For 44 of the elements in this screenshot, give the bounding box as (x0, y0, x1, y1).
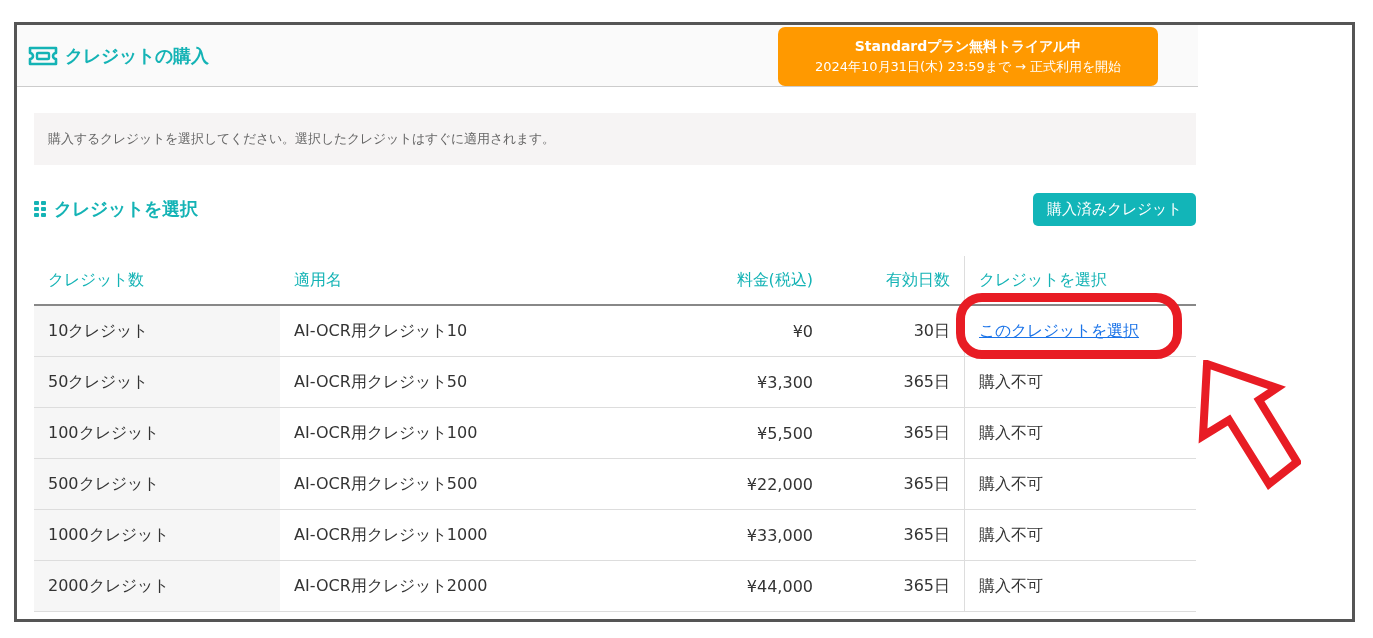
table-cell-text: AI-OCR用クレジット50 (293, 370, 469, 393)
page-title: クレジットの購入 (65, 43, 209, 68)
column-header: 適用名 (293, 268, 343, 291)
table-cell: 50クレジット (34, 357, 280, 407)
table-cell: 1000クレジット (34, 510, 280, 560)
unavailable-status: 購入不可 (979, 422, 1043, 444)
table-cell-text: 365日 (902, 472, 951, 495)
table-cell-text: ¥22,000 (745, 473, 813, 496)
column-header: クレジットを選択 (964, 256, 1165, 304)
table-cell: 2000クレジット (34, 561, 280, 611)
trial-deadline: 2024年10月31日(木) 23:59まで → 正式利用を開始 (814, 57, 1122, 76)
column-header: クレジット数 (47, 268, 145, 291)
grip-icon (34, 201, 47, 217)
table-cell: 100クレジット (34, 408, 280, 458)
table-cell-text: 30日 (912, 319, 951, 342)
table-cell-text: AI-OCR用クレジット100 (293, 421, 479, 444)
table-cell-text: ¥5,500 (756, 422, 813, 445)
trial-title: Standardプラン無料トライアル中 (854, 37, 1082, 56)
table-cell-text: AI-OCR用クレジット1000 (293, 523, 489, 546)
table-cell-text: 365日 (902, 370, 951, 393)
ticket-icon (27, 45, 59, 66)
unavailable-status: 購入不可 (979, 371, 1043, 393)
table-cell-text: ¥44,000 (745, 575, 813, 598)
table-cell-text: AI-OCR用クレジット500 (293, 472, 479, 495)
unavailable-status: 購入不可 (979, 473, 1043, 495)
section-title: クレジットを選択 (54, 197, 198, 221)
column-header: 料金(税込) (735, 268, 813, 291)
select-credit-link[interactable]: このクレジットを選択 (979, 320, 1139, 342)
notice-message: 購入するクレジットを選択してください。選択したクレジットはすぐに適用されます。 (34, 113, 1196, 165)
table-cell-text: 365日 (902, 421, 951, 444)
table-cell-text: 365日 (902, 574, 951, 597)
table-cell-text: ¥3,300 (756, 371, 813, 394)
table-cell: 500クレジット (34, 459, 280, 509)
table-cell-text: AI-OCR用クレジット2000 (293, 574, 489, 597)
trial-banner[interactable]: Standardプラン無料トライアル中 2024年10月31日(木) 23:59まで → 正式利用を開始 (778, 27, 1158, 86)
table-cell-text: ¥0 (791, 320, 813, 343)
unavailable-status: 購入不可 (979, 575, 1043, 597)
table-cell: 10クレジット (34, 306, 280, 356)
table-cell-text: AI-OCR用クレジット10 (293, 319, 469, 342)
table-cell-text: ¥33,000 (745, 524, 813, 547)
table-cell-text: 365日 (902, 523, 951, 546)
unavailable-status: 購入不可 (979, 524, 1043, 546)
column-header: 有効日数 (885, 268, 951, 291)
purchased-credits-button[interactable]: 購入済みクレジット (1033, 192, 1196, 226)
